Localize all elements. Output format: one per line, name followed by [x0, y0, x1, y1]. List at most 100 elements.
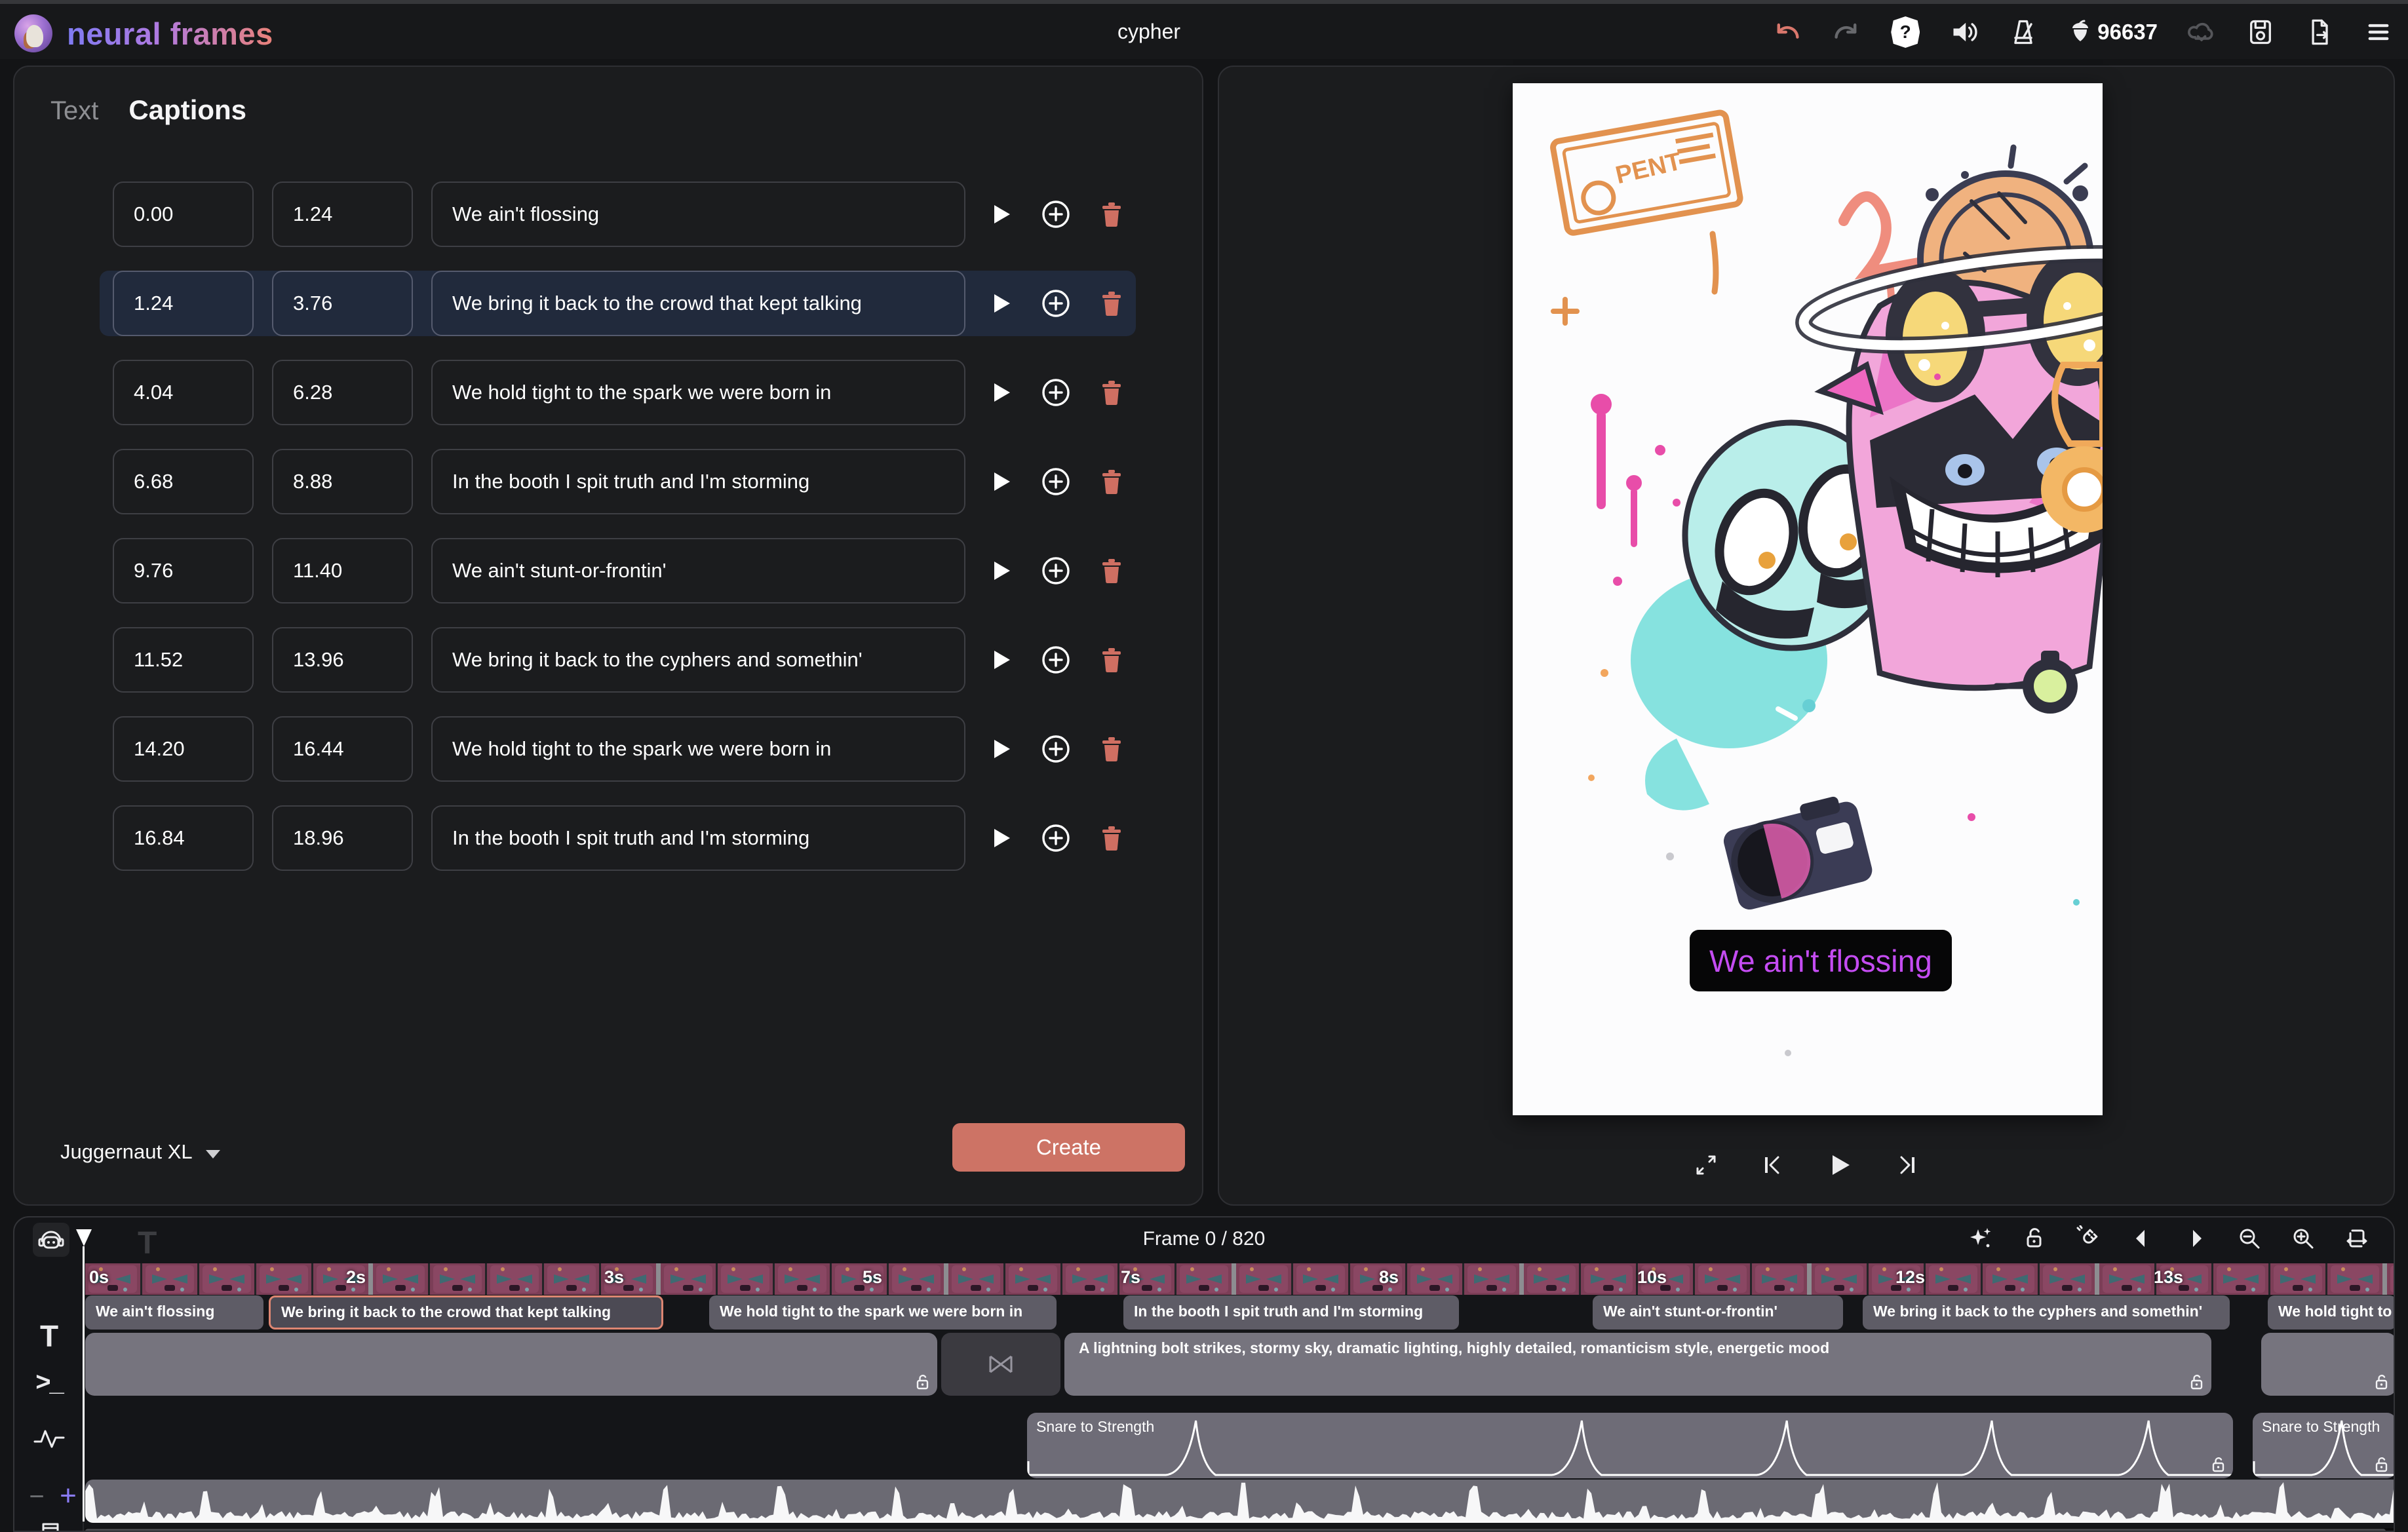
- metronome-button[interactable]: [2008, 17, 2038, 47]
- avatar[interactable]: [14, 14, 52, 52]
- menu-button[interactable]: [2363, 17, 2394, 47]
- caption-row[interactable]: [100, 449, 1136, 514]
- start-time-input[interactable]: [113, 360, 254, 425]
- add-caption-button[interactable]: [1041, 289, 1070, 318]
- delete-caption-button[interactable]: [1100, 737, 1123, 761]
- tab-text[interactable]: Text: [50, 96, 98, 126]
- caption-text-input[interactable]: [431, 627, 965, 693]
- export-button[interactable]: [2304, 17, 2335, 47]
- automation-remove-button[interactable]: −: [24, 1482, 50, 1512]
- play-button[interactable]: [1827, 1152, 1853, 1178]
- play-caption-button[interactable]: [993, 560, 1011, 581]
- caption-segment[interactable]: In the booth I spit truth and I'm stormi…: [1123, 1295, 1459, 1330]
- delete-caption-button[interactable]: [1100, 826, 1123, 851]
- automation-segment[interactable]: Snare to Strength: [2253, 1413, 2395, 1478]
- caption-segment[interactable]: We hold tight to: [2268, 1295, 2395, 1330]
- crossfade-segment[interactable]: [941, 1333, 1060, 1396]
- brand-name[interactable]: neural frames: [67, 16, 273, 52]
- end-time-input[interactable]: [272, 805, 413, 871]
- audio-waveform-track[interactable]: [85, 1480, 2395, 1523]
- start-time-input[interactable]: [113, 449, 254, 514]
- add-caption-button[interactable]: [1041, 824, 1070, 852]
- skip-to-end-button[interactable]: [1893, 1152, 1920, 1178]
- segment-lock-icon[interactable]: [2212, 1457, 2226, 1473]
- automation-track-icon[interactable]: [14, 1425, 84, 1454]
- delete-caption-button[interactable]: [1100, 202, 1123, 227]
- add-caption-button[interactable]: [1041, 735, 1070, 763]
- caption-row[interactable]: [100, 627, 1136, 693]
- play-caption-button[interactable]: [993, 471, 1011, 492]
- delete-caption-button[interactable]: [1100, 380, 1123, 405]
- start-time-input[interactable]: [113, 182, 254, 247]
- segment-lock-icon[interactable]: [2375, 1457, 2390, 1473]
- end-time-input[interactable]: [272, 271, 413, 336]
- end-time-input[interactable]: [272, 449, 413, 514]
- caption-segment[interactable]: We bring it back to the cyphers and some…: [1863, 1295, 2230, 1330]
- end-time-input[interactable]: [272, 360, 413, 425]
- add-caption-button[interactable]: [1041, 645, 1070, 674]
- segment-lock-icon[interactable]: [2375, 1375, 2390, 1390]
- undo-button[interactable]: [1772, 17, 1802, 47]
- caption-row[interactable]: [100, 716, 1136, 782]
- automation-add-button[interactable]: +: [55, 1480, 81, 1512]
- delete-caption-button[interactable]: [1100, 647, 1123, 672]
- play-caption-button[interactable]: [993, 382, 1011, 403]
- tab-captions[interactable]: Captions: [128, 94, 246, 126]
- end-time-input[interactable]: [272, 182, 413, 247]
- play-caption-button[interactable]: [993, 204, 1011, 225]
- fullscreen-button[interactable]: [1693, 1152, 1719, 1178]
- automation-segment[interactable]: Snare to Strength: [1027, 1413, 2233, 1478]
- add-caption-button[interactable]: [1041, 378, 1070, 407]
- filmstrip-track[interactable]: [85, 1263, 2395, 1295]
- play-caption-button[interactable]: [993, 293, 1011, 314]
- caption-text-input[interactable]: [431, 271, 965, 336]
- add-caption-button[interactable]: [1041, 556, 1070, 585]
- play-caption-button[interactable]: [993, 649, 1011, 670]
- prompt-track-icon[interactable]: >_: [14, 1368, 84, 1397]
- caption-row[interactable]: [100, 805, 1136, 871]
- redo-button[interactable]: [1831, 17, 1861, 47]
- volume-button[interactable]: [1949, 17, 1979, 47]
- prompt-segment[interactable]: [85, 1333, 937, 1396]
- start-time-input[interactable]: [113, 627, 254, 693]
- caption-segment[interactable]: We bring it back to the crowd that kept …: [269, 1295, 663, 1330]
- prompt-segment[interactable]: A lightning bolt strikes, stormy sky, dr…: [1064, 1333, 2211, 1396]
- video-preview[interactable]: PENT: [1513, 83, 2103, 1115]
- cloud-sync-button[interactable]: [2186, 17, 2217, 47]
- caption-text-input[interactable]: [431, 449, 965, 514]
- end-time-input[interactable]: [272, 627, 413, 693]
- start-time-input[interactable]: [113, 716, 254, 782]
- text-track-icon[interactable]: T: [14, 1318, 84, 1354]
- caption-text-input[interactable]: [431, 805, 965, 871]
- skip-to-start-button[interactable]: [1760, 1152, 1786, 1178]
- save-button[interactable]: [2245, 17, 2276, 47]
- caption-text-input[interactable]: [431, 538, 965, 603]
- caption-segment[interactable]: We ain't flossing: [85, 1295, 263, 1330]
- caption-row[interactable]: [100, 538, 1136, 603]
- caption-row[interactable]: [100, 182, 1136, 247]
- start-time-input[interactable]: [113, 271, 254, 336]
- caption-segment[interactable]: We hold tight to the spark we were born …: [709, 1295, 1057, 1330]
- playhead-handle[interactable]: [76, 1229, 92, 1246]
- delete-caption-button[interactable]: [1100, 558, 1123, 583]
- music-track-icon[interactable]: [14, 1516, 84, 1532]
- play-caption-button[interactable]: [993, 738, 1011, 759]
- add-caption-button[interactable]: [1041, 467, 1070, 496]
- caption-row[interactable]: [100, 360, 1136, 425]
- start-time-input[interactable]: [113, 538, 254, 603]
- end-time-input[interactable]: [272, 538, 413, 603]
- caption-text-input[interactable]: [431, 360, 965, 425]
- caption-row[interactable]: [100, 271, 1136, 336]
- help-button[interactable]: ?: [1890, 17, 1920, 47]
- segment-lock-icon[interactable]: [2190, 1375, 2205, 1390]
- caption-text-input[interactable]: [431, 716, 965, 782]
- playhead-line[interactable]: [83, 1246, 85, 1522]
- segment-lock-icon[interactable]: [916, 1375, 931, 1390]
- end-time-input[interactable]: [272, 716, 413, 782]
- credits-counter[interactable]: 96637: [2067, 19, 2158, 45]
- start-time-input[interactable]: [113, 805, 254, 871]
- prompt-segment[interactable]: [2261, 1333, 2395, 1396]
- model-selector[interactable]: Juggernaut XL: [60, 1140, 220, 1164]
- delete-caption-button[interactable]: [1100, 469, 1123, 494]
- create-button[interactable]: Create: [952, 1123, 1185, 1172]
